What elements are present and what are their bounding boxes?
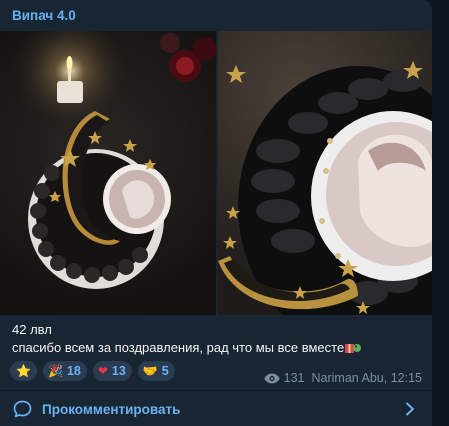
chat-background xyxy=(432,0,449,426)
message-text-line1: 42 лвл xyxy=(12,322,52,337)
reaction-count: 18 xyxy=(66,364,81,378)
party-popper-icon: 🎉 xyxy=(47,364,63,378)
comment-button[interactable]: Прокомментировать xyxy=(0,391,432,426)
reaction-heart[interactable]: ❤ 13 xyxy=(92,361,132,381)
reaction-handshake[interactable]: 🤝 5 xyxy=(137,361,175,381)
message-text: 42 лвл спасибо всем за поздравления, рад… xyxy=(12,321,362,357)
gift-frog-emoji-icon xyxy=(345,344,362,353)
message-text-line2-wrap: спасибо всем за поздравления, рад что мы… xyxy=(12,339,362,357)
comment-label: Прокомментировать xyxy=(42,402,181,417)
reactions-row: ⭐ 🎉 18 ❤ 13 🤝 5 xyxy=(10,361,175,381)
view-count: 131 xyxy=(283,371,305,385)
heart-icon: ❤ xyxy=(97,364,108,378)
photo-cake-candle[interactable] xyxy=(0,31,216,315)
message-meta: 131 Nariman Abu, 12:15 xyxy=(263,371,423,385)
handshake-icon: 🤝 xyxy=(142,364,158,378)
reaction-count: 5 xyxy=(161,364,169,378)
channel-name[interactable]: Випач 4.0 xyxy=(12,8,76,23)
photo-cake-closeup[interactable] xyxy=(218,31,432,315)
reaction-party[interactable]: 🎉 18 xyxy=(42,361,87,381)
reaction-star[interactable]: ⭐ xyxy=(10,361,37,381)
comment-bubble-icon xyxy=(13,400,32,418)
author-time: Nariman Abu, 12:15 xyxy=(311,371,423,385)
message-bubble: Випач 4.0 42 лвл спасибо всем за поздрав… xyxy=(0,0,432,426)
eye-icon xyxy=(263,373,280,383)
chevron-right-icon xyxy=(406,402,414,416)
reaction-count: 13 xyxy=(111,364,126,378)
star-icon: ⭐ xyxy=(16,364,31,378)
photo-album xyxy=(0,31,432,315)
message-text-line2: спасибо всем за поздравления, рад что мы… xyxy=(12,340,345,355)
